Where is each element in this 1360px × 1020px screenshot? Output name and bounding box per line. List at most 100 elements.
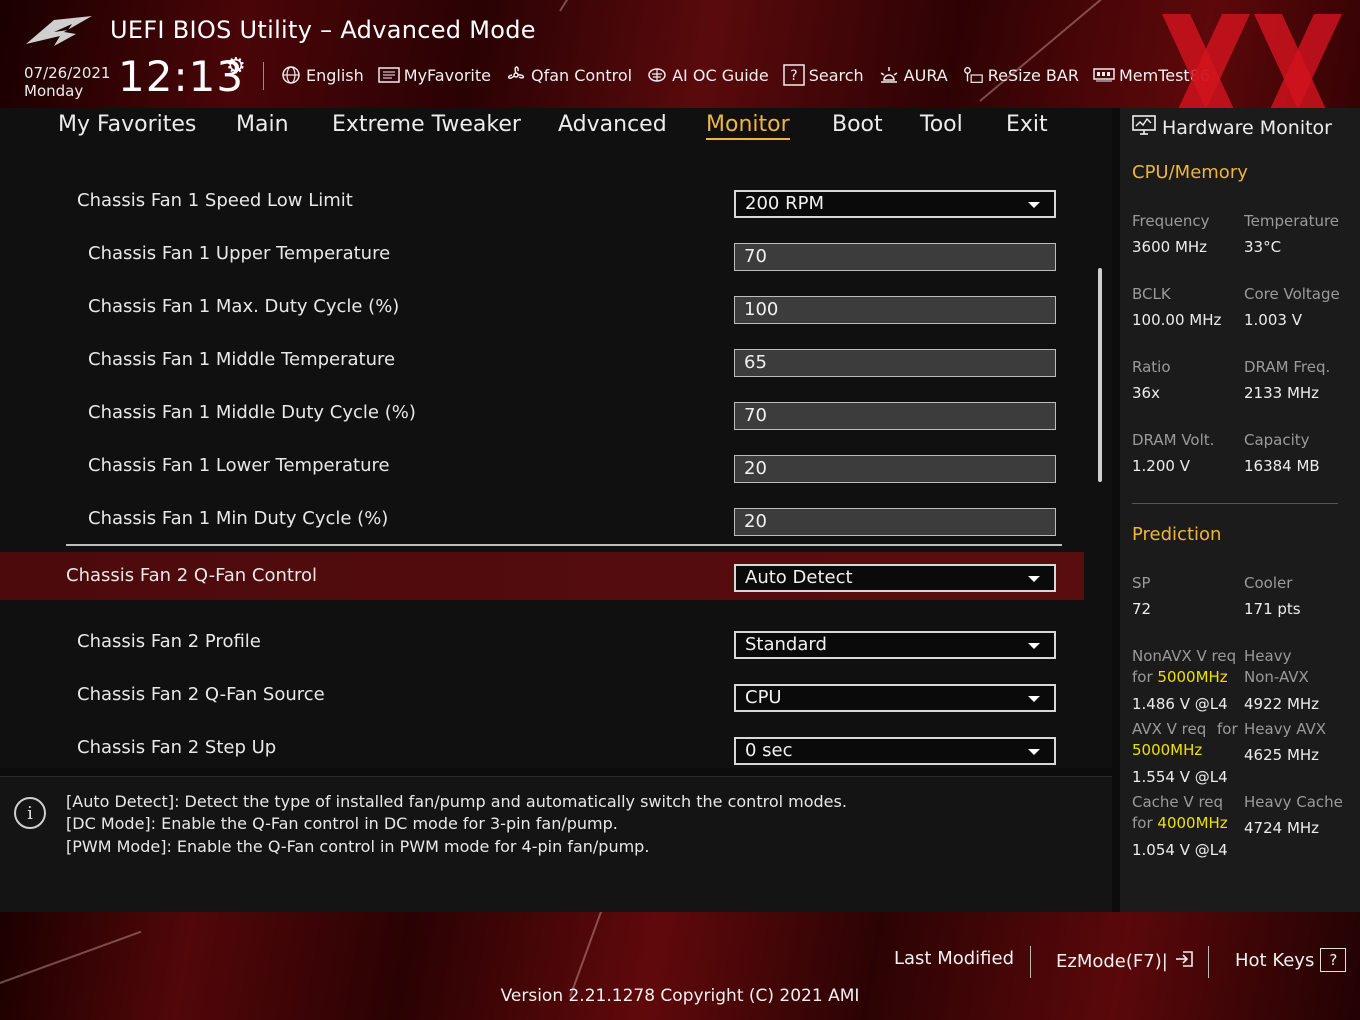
- info-line: [Auto Detect]: Detect the type of instal…: [66, 792, 847, 811]
- setting-label: Chassis Fan 1 Lower Temperature: [88, 455, 390, 476]
- setting-row[interactable]: Chassis Fan 1 Lower Temperature 20: [0, 441, 1084, 491]
- caret-down-icon: [1028, 749, 1040, 755]
- memory-icon: [1093, 64, 1115, 86]
- dram-freq-value: 2133 MHz: [1244, 384, 1320, 402]
- gear-icon[interactable]: ⚙: [226, 54, 246, 79]
- tab-extreme-tweaker[interactable]: Extreme Tweaker: [332, 112, 521, 137]
- setting-row-selected[interactable]: Chassis Fan 2 Q-Fan Control Auto Detect: [0, 552, 1084, 600]
- setting-row[interactable]: Chassis Fan 2 Step Up 0 sec: [0, 723, 1084, 773]
- fan2-qfan-source-select[interactable]: CPU: [734, 684, 1056, 712]
- last-modified-button[interactable]: Last Modified: [894, 948, 1014, 969]
- nonavx-for-label: for 5000MHz: [1132, 668, 1228, 686]
- setting-label: Chassis Fan 2 Q-Fan Source: [77, 684, 325, 705]
- settings-scrollbar[interactable]: [1098, 268, 1102, 482]
- fan-icon: [505, 64, 527, 86]
- info-line: [DC Mode]: Enable the Q-Fan control in D…: [66, 814, 618, 833]
- cpu-memory-section: CPU/Memory: [1132, 162, 1248, 183]
- tab-advanced[interactable]: Advanced: [558, 112, 667, 137]
- svg-text:?: ?: [790, 68, 797, 84]
- toolbar-myfavorite[interactable]: MyFavorite: [378, 64, 491, 86]
- favorite-list-icon: [378, 64, 400, 86]
- decor-streak: [0, 930, 142, 984]
- temperature-label: Temperature: [1244, 212, 1340, 230]
- globe-icon: [280, 64, 302, 86]
- help-info-panel: i [Auto Detect]: Detect the type of inst…: [0, 776, 1112, 913]
- setting-row[interactable]: Chassis Fan 2 Q-Fan Source CPU: [0, 670, 1084, 720]
- heavy-avx-label: Heavy AVX: [1244, 720, 1327, 738]
- ratio-label: Ratio: [1132, 358, 1171, 376]
- setting-label: Chassis Fan 1 Min Duty Cycle (%): [88, 508, 389, 529]
- select-value: Auto Detect: [745, 567, 853, 588]
- toolbar-aura[interactable]: AURA: [878, 64, 948, 86]
- fan2-profile-select[interactable]: Standard: [734, 631, 1056, 659]
- tab-exit[interactable]: Exit: [1006, 112, 1048, 137]
- select-value: 200 RPM: [745, 193, 824, 214]
- help-key-icon: ?: [1320, 948, 1347, 972]
- toolbar-ai-oc-guide[interactable]: AI OC Guide: [646, 64, 769, 86]
- toolbar-english[interactable]: English: [280, 64, 364, 86]
- setting-row[interactable]: Chassis Fan 1 Max. Duty Cycle (%) 100: [0, 282, 1084, 332]
- info-line: [PWM Mode]: Enable the Q-Fan control in …: [66, 837, 650, 856]
- fan1-middle-duty-input[interactable]: 70: [734, 402, 1056, 430]
- settings-list: Chassis Fan 1 Speed Low Limit 200 RPM Ch…: [0, 148, 1112, 768]
- resize-bar-icon: [962, 64, 984, 86]
- footer-divider: [1208, 946, 1209, 978]
- setting-label: Chassis Fan 1 Speed Low Limit: [77, 190, 353, 211]
- heavy-nonavx-label2: Non-AVX: [1244, 668, 1309, 686]
- hot-keys-button[interactable]: Hot Keys ?: [1235, 948, 1347, 972]
- tab-tool[interactable]: Tool: [920, 112, 963, 137]
- hardware-monitor-title: Hardware Monitor: [1132, 114, 1332, 141]
- tab-boot[interactable]: Boot: [832, 112, 883, 137]
- setting-label: Chassis Fan 1 Middle Temperature: [88, 349, 396, 370]
- setting-label: Chassis Fan 1 Max. Duty Cycle (%): [88, 296, 400, 317]
- nonavx-freq: 5000MHz: [1157, 668, 1228, 686]
- fan2-step-up-select[interactable]: 0 sec: [734, 737, 1056, 765]
- toolbar-label: ReSize BAR: [987, 65, 1079, 85]
- ezmode-button[interactable]: EzMode(F7)|: [1056, 948, 1196, 975]
- toolbar-label: MyFavorite: [403, 65, 491, 85]
- hardware-monitor-panel: Hardware Monitor CPU/Memory Frequency Te…: [1120, 108, 1360, 912]
- section-divider: [66, 544, 1062, 546]
- tab-monitor[interactable]: Monitor: [706, 112, 790, 140]
- frequency-value: 3600 MHz: [1132, 238, 1208, 256]
- tab-main[interactable]: Main: [236, 112, 289, 137]
- setting-row[interactable]: Chassis Fan 2 Profile Standard: [0, 617, 1084, 667]
- decor-streak: [569, 912, 612, 998]
- setting-label: Chassis Fan 1 Upper Temperature: [88, 243, 391, 264]
- toolbar-resize-bar[interactable]: ReSize BAR: [962, 64, 1079, 86]
- temperature-value: 33°C: [1244, 238, 1282, 256]
- avx-for-label: for: [1217, 720, 1238, 738]
- nonavx-vreq-label: NonAVX V req: [1132, 647, 1237, 665]
- setting-row[interactable]: Chassis Fan 1 Min Duty Cycle (%) 20: [0, 494, 1084, 544]
- fan1-lower-temp-input[interactable]: 20: [734, 455, 1056, 483]
- fan1-middle-temp-input[interactable]: 65: [734, 349, 1056, 377]
- rog-eye-icon: [26, 16, 92, 46]
- setting-row[interactable]: Chassis Fan 1 Upper Temperature 70: [0, 229, 1084, 279]
- fan1-min-duty-input[interactable]: 20: [734, 508, 1056, 536]
- cache-v-value: 1.054 V @L4: [1132, 841, 1228, 859]
- fan1-speed-low-limit-select[interactable]: 200 RPM: [734, 190, 1056, 218]
- heavy-cache-value: 4724 MHz: [1244, 819, 1320, 837]
- toolbar-label: AI OC Guide: [672, 65, 769, 85]
- setting-row[interactable]: Chassis Fan 1 Middle Temperature 65: [0, 335, 1084, 385]
- hardware-monitor-label: Hardware Monitor: [1162, 116, 1332, 139]
- toolbar-search[interactable]: ? Search: [782, 64, 864, 86]
- fan2-qfan-control-select[interactable]: Auto Detect: [734, 564, 1056, 592]
- prediction-section: Prediction: [1132, 524, 1222, 545]
- avx-freq: 5000MHz: [1132, 741, 1203, 759]
- heavy-cache-label: Heavy Cache: [1244, 793, 1343, 811]
- fan1-max-duty-input[interactable]: 100: [734, 296, 1056, 324]
- setting-row[interactable]: Chassis Fan 1 Speed Low Limit 200 RPM: [0, 176, 1084, 226]
- setting-row[interactable]: Chassis Fan 1 Middle Duty Cycle (%) 70: [0, 388, 1084, 438]
- tab-my-favorites[interactable]: My Favorites: [58, 112, 196, 137]
- ratio-value: 36x: [1132, 384, 1160, 402]
- dram-volt-value: 1.200 V: [1132, 457, 1190, 475]
- aura-light-icon: [878, 64, 900, 86]
- toolbar-qfan-control[interactable]: Qfan Control: [505, 64, 632, 86]
- app-title: UEFI BIOS Utility – Advanced Mode: [110, 16, 536, 44]
- select-value: 0 sec: [745, 740, 793, 761]
- version-text: Version 2.21.1278 Copyright (C) 2021 AMI: [500, 986, 860, 1006]
- monitor-screen-icon: [1132, 114, 1156, 141]
- caret-down-icon: [1028, 643, 1040, 649]
- fan1-upper-temp-input[interactable]: 70: [734, 243, 1056, 271]
